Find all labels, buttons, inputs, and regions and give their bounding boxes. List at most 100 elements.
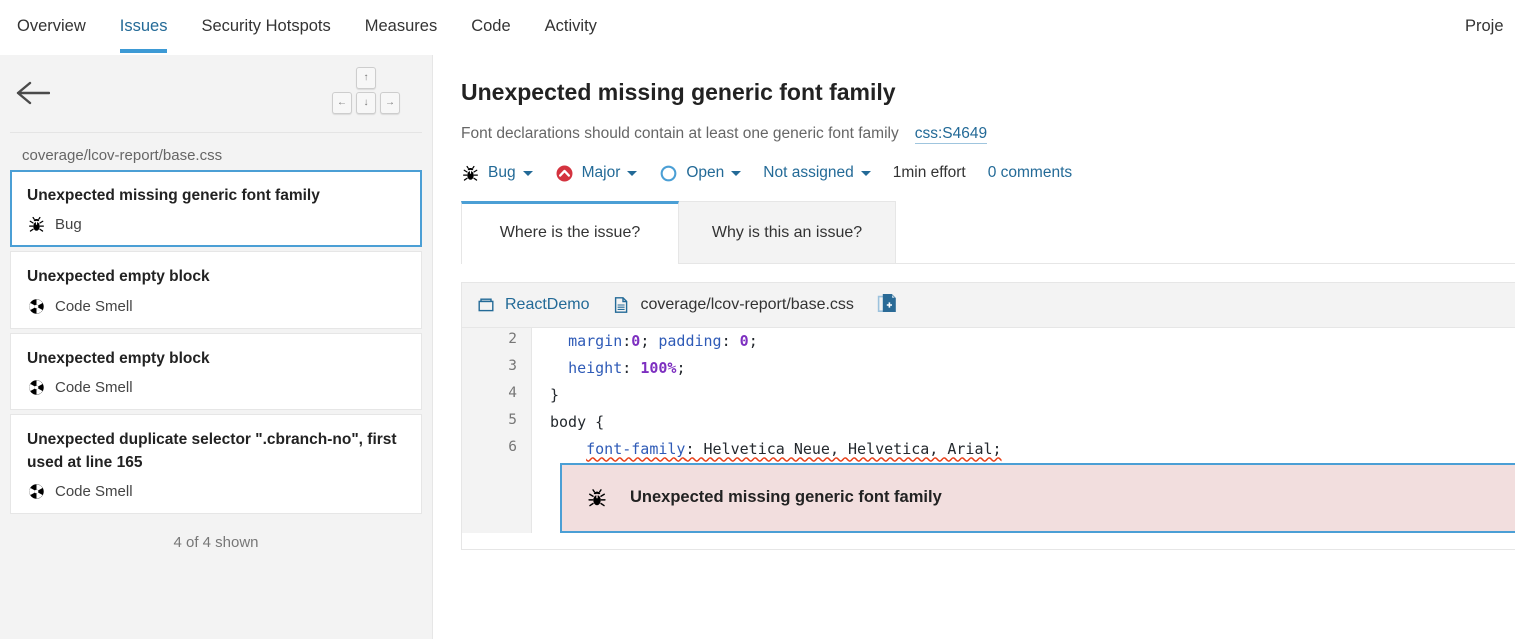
tab-where-is-the-issue[interactable]: Where is the issue?	[461, 200, 679, 264]
code-smell-icon	[27, 482, 46, 501]
inline-issue-gutter	[462, 462, 532, 533]
issue-severity-label: Major	[581, 164, 621, 182]
nav-item-label: Issues	[119, 17, 168, 35]
code-panel-footer	[462, 532, 1515, 549]
inline-issue-message: Unexpected missing generic font family	[630, 488, 942, 507]
keyboard-nav-hints: ↑ ← ↓ →	[332, 67, 400, 115]
bug-icon	[461, 164, 480, 183]
code-line-content[interactable]: body {	[532, 409, 1515, 436]
nav-item-activity[interactable]: Activity	[528, 0, 614, 53]
nav-item-label: Activity	[544, 17, 597, 35]
page-layout: ↑ ← ↓ → coverage/lcov-report/base.css Un…	[0, 55, 1515, 639]
nav-item-code[interactable]: Code	[454, 0, 527, 53]
issue-detail-panel: Unexpected missing generic font family F…	[433, 55, 1515, 639]
code-line-content[interactable]: font-family: Helvetica Neue, Helvetica, …	[532, 436, 1515, 463]
list-item[interactable]: Unexpected empty block Code Smell	[10, 332, 422, 410]
issue-item-meta: Code Smell	[27, 297, 405, 316]
line-number: 6	[462, 435, 532, 463]
code-line-row: 6 font-family: Helvetica Neue, Helvetica…	[462, 435, 1515, 463]
code-line-row: 3 height: 100%;	[462, 354, 1515, 382]
source-code-panel: ReactDemo coverage/lcov-report/base.css	[461, 281, 1515, 550]
status-open-icon	[659, 164, 678, 183]
issue-item-type: Code Smell	[55, 378, 133, 396]
issue-list: Unexpected missing generic font family B…	[0, 170, 432, 515]
list-item[interactable]: Unexpected missing generic font family B…	[10, 170, 422, 248]
issue-item-title: Unexpected duplicate selector ".cbranch-…	[27, 430, 397, 471]
code-smell-icon	[27, 378, 46, 397]
key-up-icon: ↑	[356, 67, 376, 89]
bug-icon	[27, 215, 46, 234]
code-lines: 2 margin:0; padding: 0; 3 height: 100%; …	[462, 327, 1515, 549]
tab-why-is-this-an-issue[interactable]: Why is this an issue?	[678, 200, 896, 263]
code-line-row: 5 body {	[462, 408, 1515, 436]
issue-item-title: Unexpected missing generic font family	[27, 187, 320, 204]
line-number: 2	[462, 327, 532, 355]
issue-effort: 1min effort	[892, 164, 966, 182]
line-number: 4	[462, 381, 532, 409]
nav-item-label: Security Hotspots	[201, 17, 331, 35]
chevron-down-icon	[731, 170, 742, 176]
chevron-down-icon	[522, 170, 533, 176]
nav-item-label: Code	[471, 17, 511, 35]
sidebar-file-path: coverage/lcov-report/base.css	[22, 147, 223, 164]
back-button[interactable]	[13, 77, 53, 109]
open-in-new-file-icon[interactable]	[876, 293, 898, 317]
chevron-down-icon	[627, 170, 638, 176]
key-glyph: ←	[337, 97, 347, 108]
issue-meta-bar: Bug Major Open Not assigned 1min effort …	[461, 164, 1515, 183]
key-glyph: →	[385, 97, 395, 108]
top-nav-items: Overview Issues Security Hotspots Measur…	[0, 0, 614, 53]
issue-item-meta: Bug	[27, 215, 405, 234]
issue-item-title: Unexpected empty block	[27, 268, 210, 286]
list-item[interactable]: Unexpected duplicate selector ".cbranch-…	[10, 413, 422, 515]
list-item[interactable]: Unexpected empty block Code Smell	[10, 251, 422, 329]
key-down-icon: ↓	[356, 92, 376, 114]
page-title: Unexpected missing generic font family	[461, 79, 896, 105]
nav-item-label: Measures	[364, 17, 438, 35]
issue-type-dropdown[interactable]: Bug	[461, 164, 533, 183]
inline-issue-message-box[interactable]: Unexpected missing generic font family	[560, 462, 1515, 533]
key-right-icon: →	[380, 92, 400, 114]
issue-status-label: Open	[686, 164, 725, 182]
severity-major-icon	[555, 164, 574, 183]
nav-item-label: Overview	[17, 17, 86, 35]
nav-item-measures[interactable]: Measures	[348, 0, 454, 53]
nav-item-label: Proje	[1465, 17, 1504, 35]
inline-issue-row: Unexpected missing generic font family	[462, 462, 1515, 533]
issue-item-type: Bug	[55, 216, 82, 234]
issue-status-dropdown[interactable]: Open	[659, 164, 742, 183]
issue-item-title: Unexpected empty block	[27, 349, 210, 367]
nav-item-security-hotspots[interactable]: Security Hotspots	[184, 0, 347, 53]
breadcrumb-project-link[interactable]: ReactDemo	[505, 296, 589, 314]
line-number: 5	[462, 408, 532, 436]
issue-assignee-label: Not assigned	[763, 164, 854, 182]
line-number: 3	[462, 354, 532, 382]
code-line-content[interactable]: }	[532, 382, 1515, 409]
issue-item-type: Code Smell	[55, 297, 133, 315]
arrow-left-icon	[16, 80, 51, 106]
breadcrumb: ReactDemo coverage/lcov-report/base.css	[462, 282, 1515, 328]
file-icon	[611, 295, 631, 315]
sidebar-header: ↑ ← ↓ →	[10, 55, 422, 133]
bug-icon	[586, 487, 608, 509]
issue-assignee-dropdown[interactable]: Not assigned	[763, 164, 871, 182]
code-line-content[interactable]: height: 100%;	[532, 355, 1515, 382]
issue-item-meta: Code Smell	[27, 378, 405, 397]
breadcrumb-file-path: coverage/lcov-report/base.css	[640, 295, 854, 313]
key-glyph: ↑	[363, 72, 369, 83]
issues-shown-count: 4 of 4 shown	[173, 534, 259, 552]
key-left-icon: ←	[332, 92, 352, 114]
nav-item-overview[interactable]: Overview	[0, 0, 103, 53]
issue-item-meta: Code Smell	[27, 482, 405, 501]
issue-severity-dropdown[interactable]: Major	[555, 164, 638, 183]
code-line-content[interactable]: margin:0; padding: 0;	[532, 328, 1515, 355]
chevron-down-icon	[860, 170, 871, 176]
nav-item-project-information[interactable]: Proje	[1465, 0, 1515, 53]
issues-sidebar: ↑ ← ↓ → coverage/lcov-report/base.css Un…	[0, 55, 433, 639]
issue-description-row: Font declarations should contain at leas…	[461, 125, 1515, 144]
issue-description: Font declarations should contain at leas…	[461, 124, 899, 142]
issue-comments-link[interactable]: 0 comments	[988, 164, 1072, 182]
rule-key-link[interactable]: css:S4649	[914, 125, 988, 144]
top-navigation: Overview Issues Security Hotspots Measur…	[0, 0, 1515, 55]
nav-item-issues[interactable]: Issues	[103, 0, 185, 53]
